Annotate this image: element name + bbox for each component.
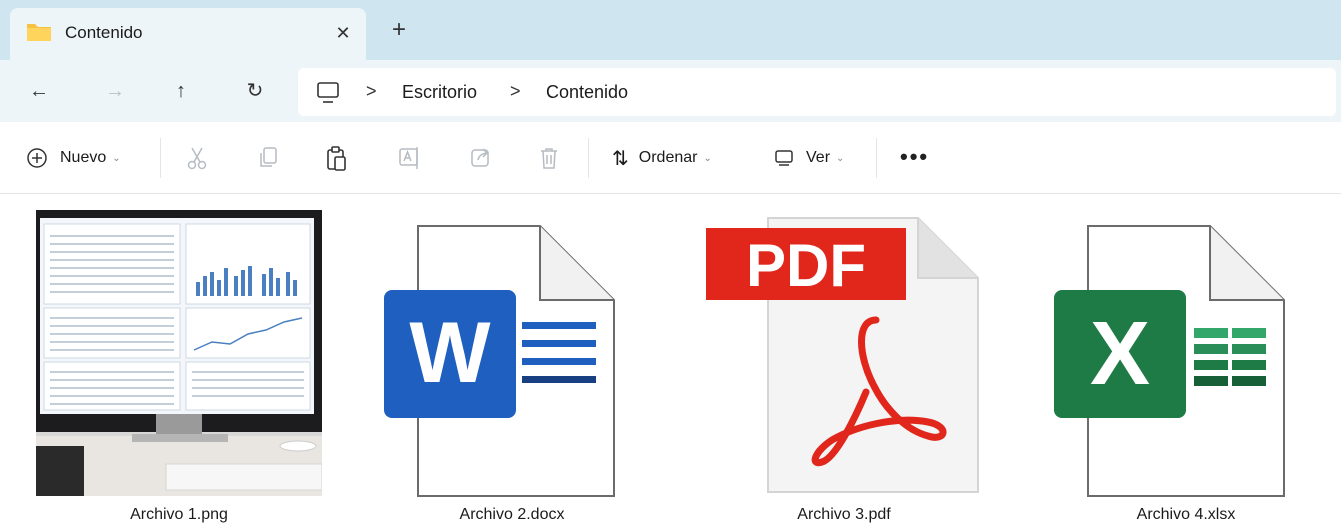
- file-name[interactable]: Archivo 3.pdf: [714, 506, 974, 524]
- breadcrumb-separator[interactable]: >: [366, 81, 377, 102]
- tab-contenido[interactable]: Contenido ✕: [10, 8, 366, 60]
- navigation-bar: ← → ↑ ↻ > Escritorio > Contenido: [0, 60, 1341, 122]
- new-button[interactable]: Nuevo ⌄: [26, 140, 121, 176]
- divider: [588, 138, 589, 178]
- pdf-badge: PDF: [746, 232, 866, 299]
- computer-icon[interactable]: [316, 82, 340, 109]
- file-item-archivo-1[interactable]: [36, 210, 323, 501]
- share-icon[interactable]: [470, 146, 492, 173]
- word-document-icon: W: [384, 225, 615, 497]
- sort-arrows-icon: ⇅: [612, 147, 629, 170]
- forward-arrow-icon[interactable]: →: [98, 74, 132, 108]
- file-item-archivo-2[interactable]: W: [384, 224, 616, 503]
- file-name[interactable]: Archivo 4.xlsx: [1056, 506, 1316, 524]
- file-item-archivo-3[interactable]: PDF: [706, 216, 982, 501]
- image-thumbnail: [36, 210, 323, 496]
- pdf-document-icon: PDF: [706, 217, 979, 493]
- folder-icon: [26, 21, 52, 48]
- breadcrumb-escritorio[interactable]: Escritorio: [402, 82, 477, 103]
- plus-circle-icon: [27, 148, 47, 168]
- tab-title: Contenido: [65, 23, 143, 42]
- breadcrumb-contenido[interactable]: Contenido: [546, 82, 628, 103]
- word-badge: W: [409, 305, 491, 401]
- delete-icon[interactable]: [538, 146, 560, 175]
- view-button[interactable]: Ver ⌄: [774, 140, 844, 176]
- view-button-label: Ver: [806, 149, 831, 166]
- excel-document-icon: X: [1054, 225, 1285, 497]
- excel-badge: X: [1090, 304, 1150, 404]
- chevron-down-icon: ⌄: [112, 152, 121, 164]
- chevron-down-icon: ⌄: [703, 152, 712, 164]
- rename-icon[interactable]: [398, 146, 422, 175]
- file-name[interactable]: Archivo 2.docx: [382, 506, 642, 524]
- command-bar: Nuevo ⌄ ⇅ Ordenar ⌄ Ver ⌄ •••: [0, 122, 1341, 194]
- sort-button-label: Ordenar: [638, 149, 698, 166]
- divider: [160, 138, 161, 178]
- refresh-icon[interactable]: ↻: [238, 74, 272, 108]
- address-bar[interactable]: > Escritorio > Contenido: [298, 68, 1336, 116]
- back-arrow-icon[interactable]: ←: [22, 74, 56, 108]
- chevron-down-icon: ⌄: [836, 152, 845, 164]
- paste-icon[interactable]: [326, 146, 348, 177]
- tab-strip: Contenido ✕ +: [0, 0, 1341, 60]
- up-arrow-icon[interactable]: ↑: [164, 74, 198, 108]
- more-options-icon[interactable]: •••: [900, 144, 929, 170]
- close-tab-icon[interactable]: ✕: [328, 18, 358, 48]
- breadcrumb-separator[interactable]: >: [510, 81, 521, 102]
- view-icon: [775, 150, 793, 166]
- divider: [876, 138, 877, 178]
- new-button-label: Nuevo: [60, 149, 107, 166]
- sort-button[interactable]: ⇅ Ordenar ⌄: [612, 140, 712, 176]
- new-tab-button[interactable]: +: [386, 18, 412, 44]
- copy-icon[interactable]: [258, 146, 280, 175]
- file-name[interactable]: Archivo 1.png: [49, 506, 309, 524]
- cut-icon[interactable]: [186, 146, 208, 175]
- file-item-archivo-4[interactable]: X: [1054, 224, 1286, 503]
